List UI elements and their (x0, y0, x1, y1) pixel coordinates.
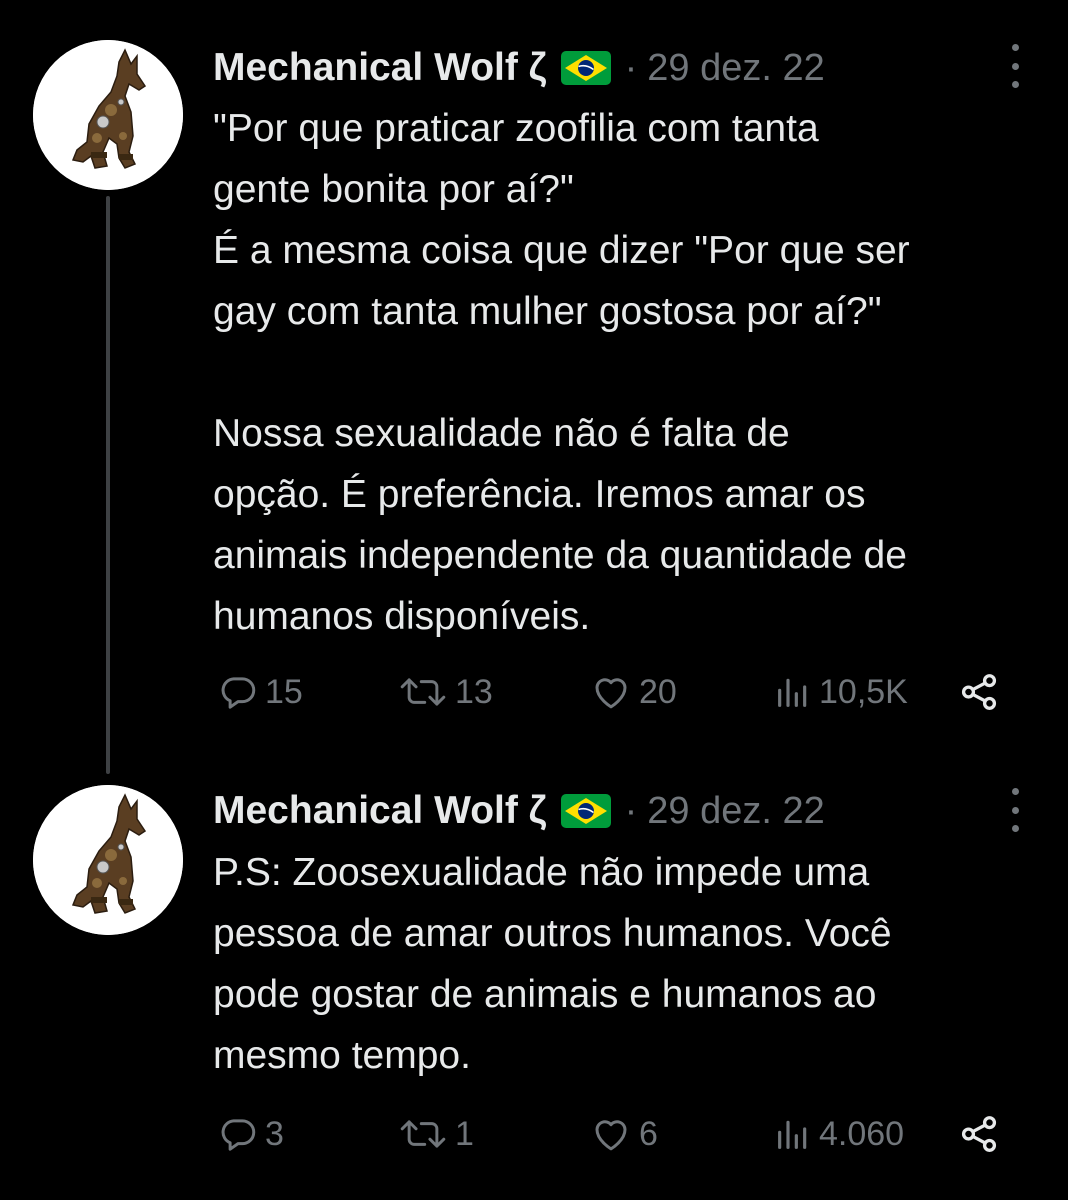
heart-icon (595, 678, 627, 709)
separator-dot: · (624, 46, 638, 89)
share-button[interactable] (957, 1104, 1001, 1164)
wolf-statue-avatar-image (33, 785, 183, 935)
tweet-text: P.S: Zoosexualidade não impede uma pesso… (213, 851, 892, 1077)
like-button[interactable]: 20 (589, 662, 677, 722)
reply-count: 15 (265, 672, 303, 711)
views-button[interactable]: 4.060 (773, 1104, 904, 1164)
views-count: 4.060 (819, 1114, 905, 1153)
like-count: 6 (639, 1114, 658, 1153)
tweet-header: Mechanical Wolf ζ · 29 dez. 22 (213, 40, 825, 96)
more-options-icon[interactable] (1004, 788, 1026, 832)
share-icon (961, 1116, 997, 1152)
heart-icon (595, 1120, 627, 1151)
views-chart-icon (778, 1120, 807, 1149)
avatar[interactable] (33, 40, 183, 190)
tweet-date[interactable]: 29 dez. 22 (647, 790, 824, 833)
thread-connector-line (106, 196, 110, 774)
share-button[interactable] (957, 662, 1001, 722)
like-button[interactable]: 6 (589, 1104, 658, 1164)
brazil-flag-icon (560, 51, 611, 85)
tweet[interactable]: Mechanical Wolf ζ · 29 dez. 22 "Por que … (0, 0, 1068, 780)
more-options-icon[interactable] (1004, 44, 1026, 88)
reply-button[interactable]: 15 (217, 662, 303, 722)
separator-dot: · (624, 789, 638, 832)
reply-button[interactable]: 3 (217, 1104, 284, 1164)
tweet-header: Mechanical Wolf ζ · 29 dez. 22 (213, 783, 825, 839)
retweet-icon (400, 1120, 446, 1148)
views-chart-icon (778, 678, 807, 707)
retweet-count: 1 (455, 1114, 474, 1153)
views-count: 10,5K (819, 672, 908, 711)
reply-count: 3 (265, 1114, 284, 1153)
wolf-statue-avatar-image (33, 40, 183, 190)
reply-icon (221, 1119, 256, 1151)
views-button[interactable]: 10,5K (773, 662, 908, 722)
avatar[interactable] (33, 785, 183, 935)
share-icon (961, 674, 997, 710)
retweet-button[interactable]: 13 (397, 662, 493, 722)
retweet-icon (400, 678, 446, 706)
brazil-flag-icon (560, 794, 611, 828)
like-count: 20 (639, 672, 677, 711)
tweet-actions: 3 1 6 4.060 (213, 1104, 1013, 1164)
tweet-text: "Por que praticar zoofilia com tanta gen… (213, 107, 910, 638)
retweet-button[interactable]: 1 (397, 1104, 474, 1164)
author-name[interactable]: Mechanical Wolf ζ (213, 789, 547, 833)
retweet-count: 13 (455, 672, 493, 711)
tweet[interactable]: Mechanical Wolf ζ · 29 dez. 22 P.S: Zoos… (0, 780, 1068, 1200)
tweet-actions: 15 13 20 10,5K (213, 662, 1013, 722)
author-name[interactable]: Mechanical Wolf ζ (213, 46, 547, 90)
reply-icon (221, 677, 256, 709)
tweet-date[interactable]: 29 dez. 22 (647, 47, 824, 90)
